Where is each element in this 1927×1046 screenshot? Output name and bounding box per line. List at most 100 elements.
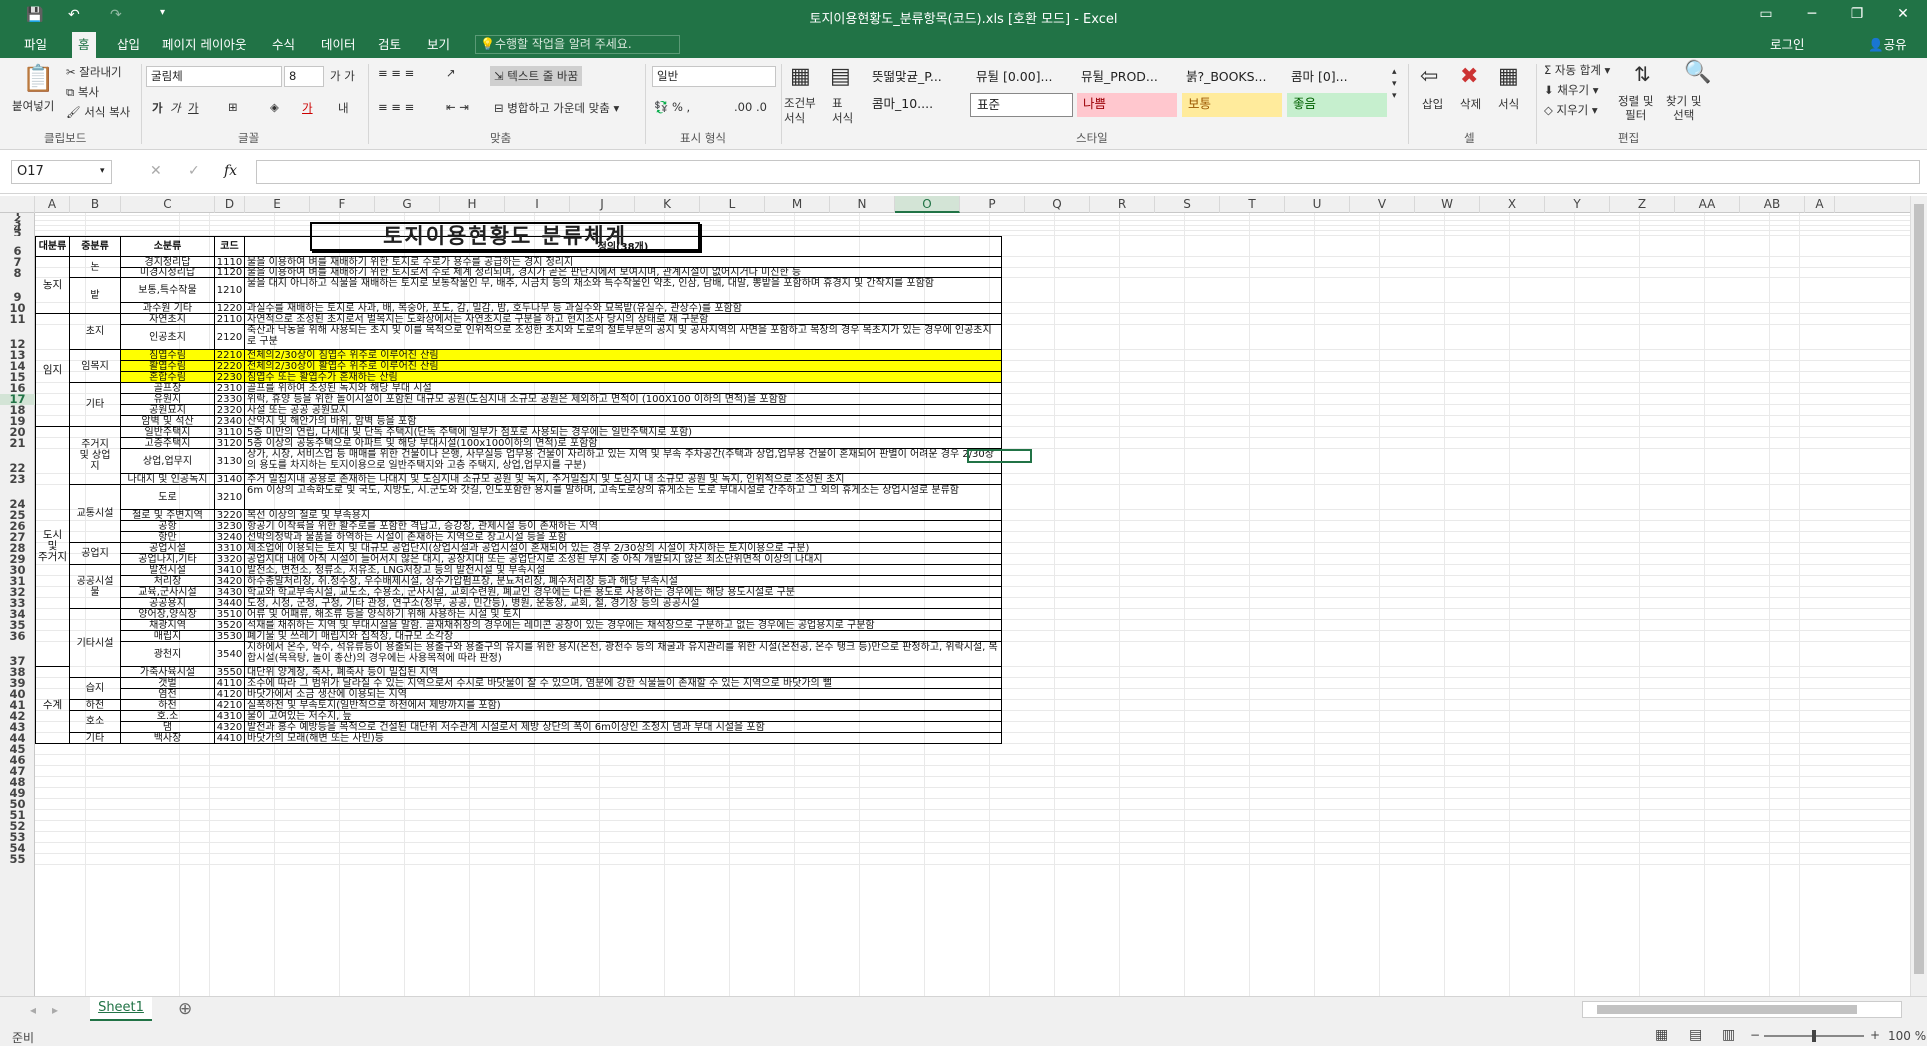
restore-icon[interactable]: ❐ [1842, 6, 1872, 22]
definition-cell[interactable]: 5층 미만의 연립, 다세대 및 단독 주택지(단독 주택에 일부가 점포로 사… [245, 427, 1002, 438]
row-header[interactable]: 52 [0, 821, 35, 832]
tab-review[interactable]: 검토 [372, 32, 407, 58]
header-c[interactable]: 소분류 [121, 236, 215, 257]
cell-style-1[interactable]: 뜻떪맟귣_P... [866, 66, 970, 90]
row-header[interactable]: 5 [0, 231, 35, 236]
code-cell[interactable]: 3120 [215, 438, 245, 449]
name-box-dropdown-icon[interactable]: ▾ [100, 166, 105, 176]
tab-view[interactable]: 보기 [421, 32, 456, 58]
row-header[interactable]: 12 [0, 338, 35, 350]
code-cell[interactable]: 3140 [215, 474, 245, 485]
definition-cell[interactable]: 발전소, 변전소, 정류소, 저유조, LNG저장고 등의 발전시설 및 부속시… [245, 565, 1002, 576]
delete-cells-icon[interactable]: ✖ [1460, 64, 1478, 89]
code-cell[interactable]: 3130 [215, 449, 245, 474]
row-header[interactable]: 41 [0, 700, 35, 711]
row-header[interactable]: 37 [0, 655, 35, 667]
delete-cells-button[interactable]: 삭제 [1460, 96, 1481, 112]
conditional-format-button[interactable]: 조건부 서식 [784, 96, 816, 126]
definition-cell[interactable]: 물을 이용하여 벼를 재배하기 위한 토지로서 수로 체계 정리되며, 경지가 … [245, 268, 1002, 278]
subcategory-cell[interactable]: 공업나지,기타 [121, 554, 215, 565]
table-format-icon[interactable]: ▤ [830, 64, 851, 89]
row-header[interactable]: 19 [0, 416, 35, 427]
subcategory-cell[interactable]: 상업,업무지 [121, 449, 215, 474]
subcategory-cell[interactable]: 양어장,양식장 [121, 609, 215, 620]
subcategory-cell[interactable]: 항만 [121, 532, 215, 543]
middle-category-cell[interactable]: 주거지 및 상업 지 [70, 427, 121, 485]
border-icon[interactable]: ⊞ [228, 100, 238, 114]
sort-filter-icon[interactable]: ⇅ [1634, 62, 1651, 86]
cut-button[interactable]: ✂ 잘라내기 [66, 64, 122, 80]
code-cell[interactable]: 3430 [215, 587, 245, 598]
minimize-icon[interactable]: ─ [1797, 6, 1827, 22]
cell-style-4[interactable]: 붉?_BOOKS... [1180, 66, 1285, 90]
column-header-a[interactable]: A [35, 196, 70, 213]
tab-insert[interactable]: 삽입 [111, 32, 146, 58]
code-cell[interactable]: 3540 [215, 642, 245, 667]
zoom-slider-thumb[interactable] [1812, 1030, 1816, 1042]
insert-cells-button[interactable]: 삽입 [1422, 96, 1443, 112]
zoom-slider[interactable] [1764, 1030, 1864, 1042]
cancel-icon[interactable]: ✕ [150, 163, 162, 179]
tab-data[interactable]: 데이터 [315, 32, 362, 58]
fill-color-icon[interactable]: ◈ [270, 100, 279, 114]
subcategory-cell[interactable]: 가축사육시설 [121, 667, 215, 678]
column-header-e[interactable]: E [245, 196, 310, 213]
definition-cell[interactable]: 석재를 채취하는 지역 및 부대시설을 말함. 골재채취장의 경우에는 레미콘 … [245, 620, 1002, 631]
column-header-r[interactable]: R [1090, 196, 1155, 213]
row-header[interactable]: 31 [0, 576, 35, 587]
row-header[interactable]: 42 [0, 711, 35, 722]
row-header[interactable]: 10 [0, 303, 35, 314]
subcategory-cell[interactable]: 일반주택지 [121, 427, 215, 438]
fill-button[interactable]: ⬇ 채우기 ▾ [1544, 82, 1598, 98]
italic-icon[interactable]: 가 [170, 100, 181, 116]
column-header-d[interactable]: D [215, 196, 245, 213]
code-cell[interactable]: 4320 [215, 722, 245, 733]
code-cell[interactable]: 3310 [215, 543, 245, 554]
cell-style-3[interactable]: 뮤뒬_PROD... [1075, 66, 1180, 90]
page-layout-view-icon[interactable]: ▤ [1689, 1027, 1702, 1043]
row-header[interactable]: 21 [0, 438, 35, 449]
column-header-a[interactable]: A [1805, 196, 1835, 213]
prev-sheet-icon[interactable]: ◂ [30, 1003, 36, 1017]
code-cell[interactable]: 4210 [215, 700, 245, 711]
row-header[interactable]: 26 [0, 521, 35, 532]
subcategory-cell[interactable]: 백사장 [121, 733, 215, 744]
row-header[interactable]: 49 [0, 788, 35, 799]
row-header[interactable]: 44 [0, 733, 35, 744]
select-all-corner[interactable] [0, 196, 35, 213]
code-cell[interactable]: 1220 [215, 303, 245, 314]
cell-style-6[interactable]: 콤마_10.... [866, 93, 970, 117]
subcategory-cell[interactable]: 인공초지 [121, 325, 215, 350]
indent-icon[interactable]: ⇤ ⇥ [446, 100, 469, 114]
tab-file[interactable]: 파일 [18, 32, 53, 58]
middle-category-cell[interactable]: 호소 [70, 711, 121, 733]
font-name-select[interactable]: 굴림체 [146, 66, 282, 87]
formula-input[interactable] [256, 160, 1920, 184]
column-header-t[interactable]: T [1220, 196, 1285, 213]
definition-cell[interactable]: 바닷가의 모래(해변 또는 사빈)등 [245, 733, 1002, 744]
insert-function-icon[interactable]: fx [224, 163, 237, 179]
major-category-cell[interactable]: 도시 및 주거지 [35, 427, 70, 667]
row-header[interactable]: 30 [0, 565, 35, 576]
definition-cell[interactable]: 공업지대 내에 아직 시설이 들어서지 않은 대지, 공장지대 또는 공업단지로… [245, 554, 1002, 565]
code-cell[interactable]: 3410 [215, 565, 245, 576]
middle-category-cell[interactable]: 습지 [70, 678, 121, 700]
row-header[interactable]: 45 [0, 744, 35, 755]
code-cell[interactable]: 4110 [215, 678, 245, 689]
row-header[interactable]: 17 [0, 394, 35, 405]
definition-cell[interactable]: 발전과 홍수 예방등을 목적으로 건설된 대단위 저수관계 시설로서 제방 상단… [245, 722, 1002, 733]
code-cell[interactable]: 3520 [215, 620, 245, 631]
row-header[interactable]: 54 [0, 843, 35, 854]
definition-cell[interactable]: 상가, 시장, 서비스업 등 매매를 위한 건물이나 은행, 사무실등 업무용 … [245, 449, 1002, 474]
row-header[interactable]: 14 [0, 361, 35, 372]
subcategory-cell[interactable]: 채광지역 [121, 620, 215, 631]
subcategory-cell[interactable]: 암벽 및 석산 [121, 416, 215, 427]
definition-cell[interactable]: 6m 이상의 고속화도로 및 국도, 지방도, 시.군도와 갓길, 인도포함한 … [245, 485, 1002, 510]
cell-style-2[interactable]: 뮤뒬 [0.00]... [970, 66, 1075, 90]
subcategory-cell[interactable]: 공업시설 [121, 543, 215, 554]
subcategory-cell[interactable]: 미경지정리답 [121, 268, 215, 278]
row-header[interactable]: 48 [0, 777, 35, 788]
row-header[interactable]: 43 [0, 722, 35, 733]
column-header-j[interactable]: J [570, 196, 635, 213]
column-header-q[interactable]: Q [1025, 196, 1090, 213]
